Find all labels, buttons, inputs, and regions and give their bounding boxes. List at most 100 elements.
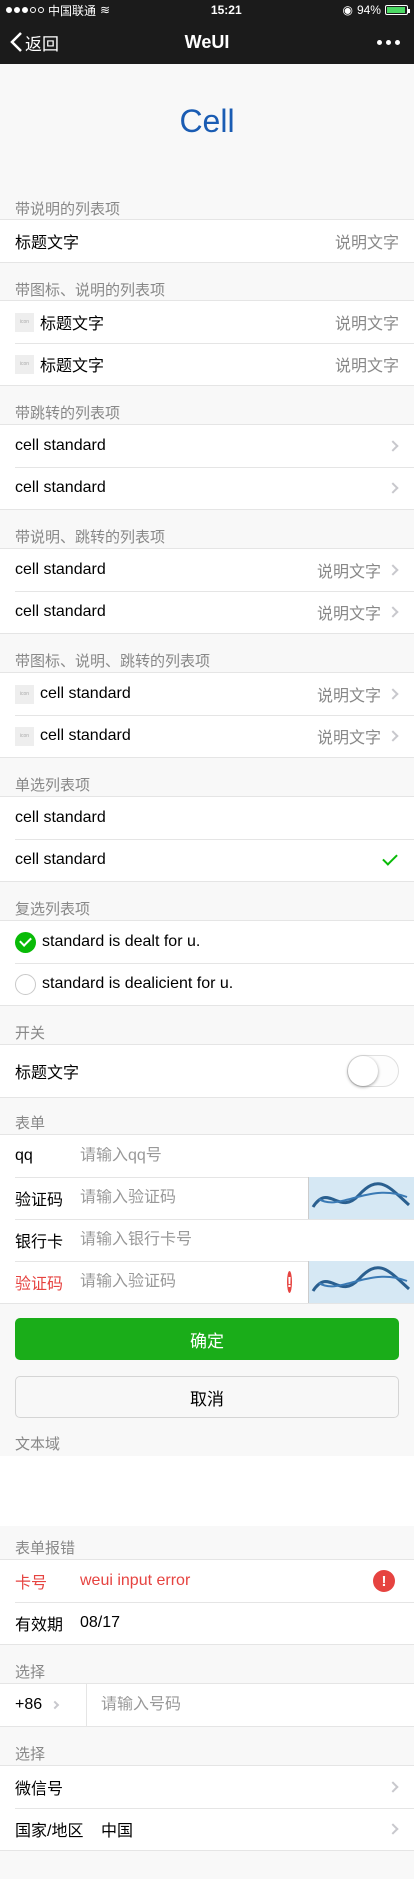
card-number-field[interactable]: weui input error <box>80 1572 373 1590</box>
battery-percent: 94% <box>356 3 381 17</box>
toggle-switch[interactable] <box>347 1055 399 1087</box>
field-label: 国家/地区 <box>15 1823 84 1840</box>
form-group: 微信号 国家/地区 中国 <box>0 1765 414 1851</box>
status-bar: 中国联通 ≋ 15:21 ◉ 94% <box>0 0 414 20</box>
list-item-link[interactable]: icon cell standard 说明文字 <box>0 673 414 715</box>
cell-group: cell standard cell standard <box>0 424 414 510</box>
cell-label: 标题文字 <box>40 316 105 333</box>
radio-option[interactable]: cell standard <box>0 797 414 839</box>
chevron-right-icon <box>387 688 399 700</box>
cell-group: cell standard 说明文字 cell standard 说明文字 <box>0 548 414 634</box>
section-title: 复选列表项 <box>15 901 91 918</box>
section-title: 带说明的列表项 <box>15 201 121 218</box>
field-label: 验证码 <box>15 1192 64 1209</box>
radio-group: cell standard cell standard <box>0 796 414 882</box>
list-item: icon 标题文字 说明文字 <box>0 343 414 385</box>
checkbox-option[interactable]: standard is dealicient for u. <box>0 963 414 1005</box>
cell-group: icon 标题文字 说明文字 icon 标题文字 说明文字 <box>0 300 414 386</box>
nav-title: WeUI <box>184 31 230 52</box>
section-title: 表单报错 <box>15 1540 76 1557</box>
form-group: +86 <box>0 1683 414 1727</box>
page-title: Cell <box>179 103 235 139</box>
wifi-icon: ≋ <box>100 3 111 17</box>
bank-card-input[interactable] <box>80 1231 399 1249</box>
cell-description: 说明文字 <box>334 316 399 333</box>
cell-label: cell standard <box>15 479 106 496</box>
cell-description: 说明文字 <box>316 688 381 705</box>
cell-description: 说明文字 <box>316 730 381 747</box>
select-row[interactable]: 微信号 <box>0 1766 414 1808</box>
checked-circle-icon <box>15 931 36 953</box>
chevron-left-icon <box>10 32 22 52</box>
field-label: 有效期 <box>15 1617 64 1634</box>
navigation-bar: 返回 WeUI <box>0 20 414 64</box>
select-row[interactable]: 国家/地区 中国 <box>0 1808 414 1850</box>
form-row: qq <box>0 1135 414 1177</box>
more-menu-button[interactable] <box>377 20 400 64</box>
radio-option[interactable]: cell standard <box>0 839 414 881</box>
placeholder-icon: icon <box>15 354 34 374</box>
phone-number-input[interactable] <box>101 1696 399 1714</box>
section-title: 单选列表项 <box>15 777 91 794</box>
warning-icon: ! <box>373 1570 395 1592</box>
confirm-button[interactable]: 确定 <box>15 1318 399 1360</box>
field-label: 银行卡 <box>15 1234 64 1251</box>
cell-label: 标题文字 <box>15 1065 80 1082</box>
cell-group: icon cell standard 说明文字 icon cell standa… <box>0 672 414 758</box>
section-title: 表单 <box>15 1115 46 1132</box>
placeholder-icon: icon <box>15 726 34 746</box>
field-label-error: 卡号 <box>15 1575 48 1592</box>
chevron-right-icon <box>387 1781 399 1793</box>
cell-label: cell standard <box>15 603 106 620</box>
section-title: 带图标、说明的列表项 <box>15 282 166 299</box>
placeholder-icon: icon <box>15 312 34 332</box>
form-group: 卡号 weui input error ! 有效期 08/17 <box>0 1559 414 1645</box>
cell-description: 说明文字 <box>334 358 399 375</box>
chevron-right-icon <box>387 730 399 742</box>
form-row-error: 验证码 ! <box>0 1261 414 1303</box>
cell-label: cell standard <box>15 561 106 578</box>
cell-label: cell standard <box>15 851 106 868</box>
list-item-link[interactable]: cell standard <box>0 425 414 467</box>
expiry-field[interactable]: 08/17 <box>80 1614 399 1632</box>
back-button[interactable]: 返回 <box>10 20 59 64</box>
checkmark-icon <box>382 850 398 866</box>
cell-description: 说明文字 <box>334 235 399 252</box>
list-item: 标题文字 说明文字 <box>0 220 414 262</box>
form-row: 有效期 08/17 <box>0 1602 414 1644</box>
cancel-button[interactable]: 取消 <box>15 1376 399 1418</box>
warning-icon: ! <box>287 1271 292 1293</box>
chevron-right-icon <box>387 440 399 452</box>
checkbox-option[interactable]: standard is dealt for u. <box>0 921 414 963</box>
textarea[interactable] <box>0 1456 414 1526</box>
list-item-link[interactable]: cell standard 说明文字 <box>0 591 414 633</box>
select-value: 中国 <box>101 1823 134 1840</box>
captcha-image[interactable] <box>308 1177 414 1219</box>
verification-code-input[interactable] <box>80 1273 287 1291</box>
list-item-link[interactable]: cell standard <box>0 467 414 509</box>
unchecked-circle-icon <box>15 973 36 995</box>
form-row: 验证码 <box>0 1177 414 1219</box>
list-item: icon 标题文字 说明文字 <box>0 301 414 343</box>
cell-label: standard is dealt for u. <box>42 933 201 950</box>
country-code: +86 <box>15 1696 43 1713</box>
list-item-link[interactable]: cell standard 说明文字 <box>0 549 414 591</box>
cell-label: 标题文字 <box>15 235 80 252</box>
battery-icon <box>384 5 410 15</box>
list-item: 标题文字 <box>0 1045 414 1097</box>
section-title: 选择 <box>15 1746 46 1763</box>
field-label: qq <box>15 1147 33 1164</box>
chevron-right-icon <box>387 482 399 494</box>
list-item-link[interactable]: icon cell standard 说明文字 <box>0 715 414 757</box>
cell-label: cell standard <box>40 685 131 702</box>
chevron-right-icon <box>387 564 399 576</box>
field-label-error: 验证码 <box>15 1276 64 1293</box>
section-title: 带图标、说明、跳转的列表项 <box>15 653 211 670</box>
section-title: 选择 <box>15 1664 46 1681</box>
country-code-select[interactable]: +86 <box>15 1684 87 1726</box>
cell-label: cell standard <box>40 727 131 744</box>
form-row-error: 卡号 weui input error ! <box>0 1560 414 1602</box>
captcha-image[interactable] <box>308 1261 414 1303</box>
qq-input[interactable] <box>80 1147 399 1165</box>
section-title: 带说明、跳转的列表项 <box>15 529 166 546</box>
